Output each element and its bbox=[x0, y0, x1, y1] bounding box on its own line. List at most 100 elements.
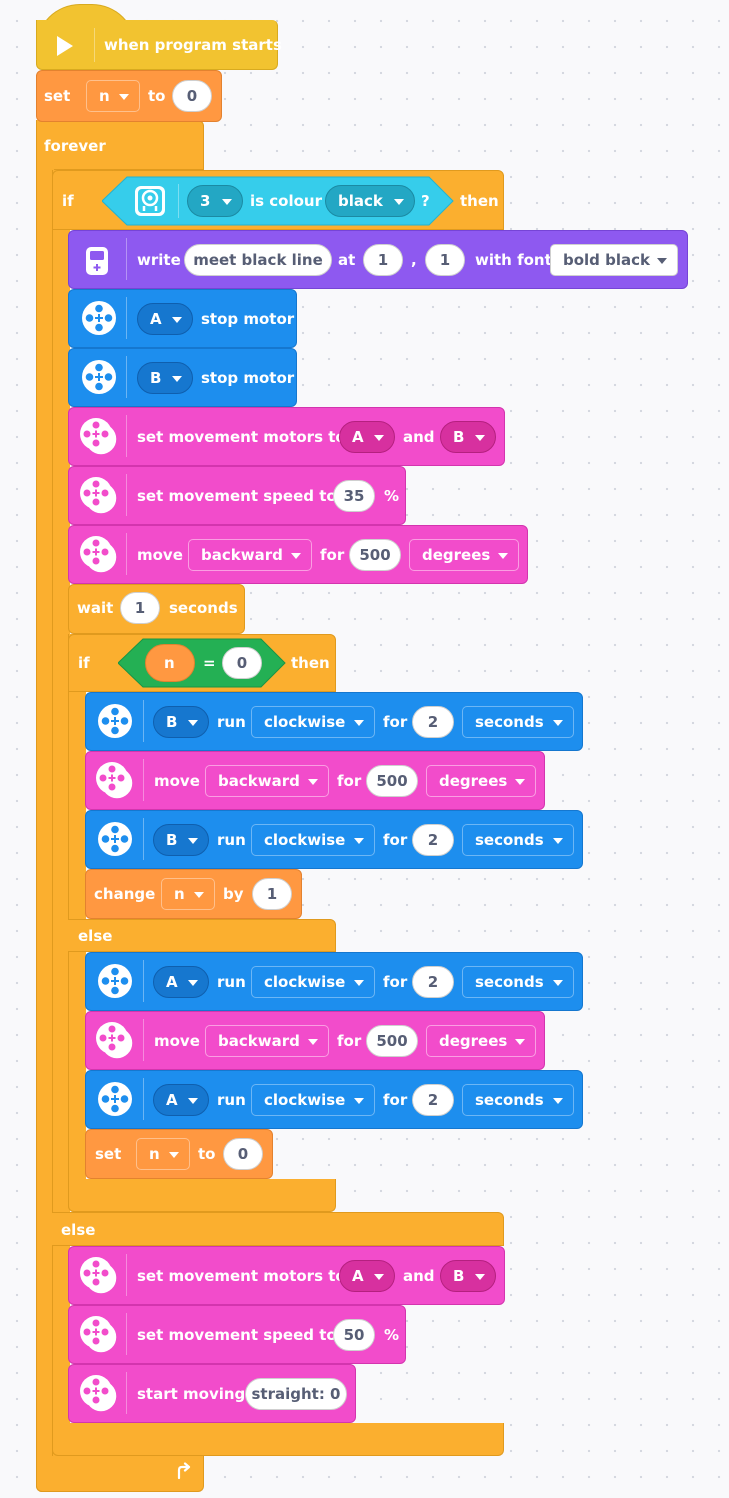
for-label: for bbox=[337, 1032, 362, 1050]
by-label: by bbox=[223, 885, 244, 903]
set-label: set bbox=[44, 87, 71, 105]
start-moving-label: start moving bbox=[137, 1385, 246, 1403]
else-label: else bbox=[61, 1221, 96, 1239]
speed-input[interactable]: 50 bbox=[333, 1319, 375, 1351]
motor-icon bbox=[98, 704, 132, 738]
for-label: for bbox=[337, 772, 362, 790]
direction-dropdown[interactable]: backward bbox=[205, 765, 329, 797]
motor-port-dropdown[interactable]: B bbox=[153, 706, 209, 738]
move-label: move bbox=[137, 546, 183, 564]
seconds-label: seconds bbox=[169, 599, 238, 617]
unit-dropdown[interactable]: seconds bbox=[462, 1084, 574, 1116]
else-section bbox=[52, 1212, 504, 1246]
movement-icon bbox=[80, 1257, 118, 1295]
speed-input[interactable]: 35 bbox=[333, 480, 375, 512]
compare-input[interactable]: 0 bbox=[222, 647, 262, 679]
change-input[interactable]: 1 bbox=[252, 878, 292, 910]
movement-icon bbox=[96, 1022, 134, 1060]
unit-dropdown[interactable]: seconds bbox=[462, 966, 574, 998]
else-label: else bbox=[78, 927, 113, 945]
colour-dropdown[interactable]: black bbox=[325, 185, 415, 217]
comma-label: , bbox=[411, 251, 417, 269]
rotation-dropdown[interactable]: clockwise bbox=[251, 1084, 375, 1116]
direction-dropdown[interactable]: backward bbox=[188, 539, 312, 571]
hub-display-icon bbox=[86, 247, 108, 275]
motor-icon bbox=[98, 964, 132, 998]
write-label: write bbox=[137, 251, 181, 269]
unit-dropdown[interactable]: degrees bbox=[426, 1025, 536, 1057]
if-label: if bbox=[78, 654, 90, 672]
run-label: run bbox=[217, 831, 246, 849]
sensor-port-dropdown[interactable]: 3 bbox=[187, 185, 243, 217]
motor-a-dropdown[interactable]: A bbox=[339, 421, 395, 453]
duration-input[interactable]: 2 bbox=[412, 824, 454, 856]
direction-dropdown[interactable]: backward bbox=[205, 1025, 329, 1057]
movement-icon bbox=[80, 1316, 118, 1354]
motor-port-dropdown[interactable]: A bbox=[153, 1084, 209, 1116]
move-label: move bbox=[154, 1032, 200, 1050]
if-n-footer bbox=[68, 1179, 336, 1212]
variable-dropdown[interactable]: n bbox=[161, 878, 215, 910]
movement-icon bbox=[96, 762, 134, 800]
write-x-input[interactable]: 1 bbox=[363, 244, 403, 276]
if-colour-footer bbox=[52, 1423, 504, 1456]
duration-input[interactable]: 2 bbox=[412, 1084, 454, 1116]
and-label: and bbox=[403, 428, 435, 446]
move-label: move bbox=[154, 772, 200, 790]
distance-input[interactable]: 500 bbox=[366, 1025, 418, 1057]
rotation-dropdown[interactable]: clockwise bbox=[251, 706, 375, 738]
value-input[interactable]: 0 bbox=[172, 80, 212, 112]
for-label: for bbox=[383, 713, 408, 731]
question-mark: ? bbox=[421, 192, 430, 210]
motor-a-dropdown[interactable]: A bbox=[339, 1260, 395, 1292]
for-label: for bbox=[383, 1091, 408, 1109]
run-label: run bbox=[217, 713, 246, 731]
forever-label: forever bbox=[44, 137, 106, 155]
set-movement-motors-label: set movement motors to bbox=[137, 1267, 346, 1285]
wait-input[interactable]: 1 bbox=[120, 592, 160, 624]
duration-input[interactable]: 2 bbox=[412, 706, 454, 738]
unit-dropdown[interactable]: degrees bbox=[426, 765, 536, 797]
variable-dropdown[interactable]: n bbox=[86, 80, 140, 112]
motor-port-dropdown[interactable]: A bbox=[153, 966, 209, 998]
distance-input[interactable]: 500 bbox=[349, 539, 401, 571]
movement-icon bbox=[80, 1375, 118, 1413]
equals-label: = bbox=[203, 654, 216, 672]
motor-b-dropdown[interactable]: B bbox=[440, 1260, 496, 1292]
unit-dropdown[interactable]: degrees bbox=[409, 539, 519, 571]
motor-port-dropdown[interactable]: A bbox=[137, 303, 193, 335]
run-label: run bbox=[217, 1091, 246, 1109]
set-movement-motors-label: set movement motors to bbox=[137, 428, 346, 446]
motor-icon bbox=[82, 301, 116, 335]
hat-label: when program starts bbox=[104, 36, 282, 54]
motor-icon bbox=[98, 822, 132, 856]
distance-input[interactable]: 500 bbox=[366, 765, 418, 797]
then-label: then bbox=[291, 654, 330, 672]
color-sensor-icon bbox=[135, 186, 165, 216]
percent-label: % bbox=[384, 1326, 400, 1344]
variable-dropdown[interactable]: n bbox=[136, 1138, 190, 1170]
variable-label: n bbox=[164, 654, 175, 672]
unit-dropdown[interactable]: seconds bbox=[462, 824, 574, 856]
write-y-input[interactable]: 1 bbox=[425, 244, 465, 276]
write-text-input[interactable]: meet black line bbox=[184, 244, 332, 276]
motor-port-dropdown[interactable]: B bbox=[153, 824, 209, 856]
if-label: if bbox=[62, 192, 74, 210]
with-font-label: with font bbox=[475, 251, 552, 269]
loop-arrow-icon bbox=[177, 1462, 191, 1480]
rotation-dropdown[interactable]: clockwise bbox=[251, 966, 375, 998]
movement-icon bbox=[80, 418, 118, 456]
duration-input[interactable]: 2 bbox=[412, 966, 454, 998]
for-label: for bbox=[320, 546, 345, 564]
unit-dropdown[interactable]: seconds bbox=[462, 706, 574, 738]
rotation-dropdown[interactable]: clockwise bbox=[251, 824, 375, 856]
for-label: for bbox=[383, 973, 408, 991]
change-label: change bbox=[94, 885, 156, 903]
motor-port-dropdown[interactable]: B bbox=[137, 362, 193, 394]
motor-b-dropdown[interactable]: B bbox=[440, 421, 496, 453]
steering-input[interactable]: straight: 0 bbox=[245, 1378, 347, 1410]
is-colour-label: is colour bbox=[250, 192, 323, 210]
font-dropdown[interactable]: bold black bbox=[550, 244, 678, 276]
run-label: run bbox=[217, 973, 246, 991]
value-input[interactable]: 0 bbox=[223, 1138, 263, 1170]
